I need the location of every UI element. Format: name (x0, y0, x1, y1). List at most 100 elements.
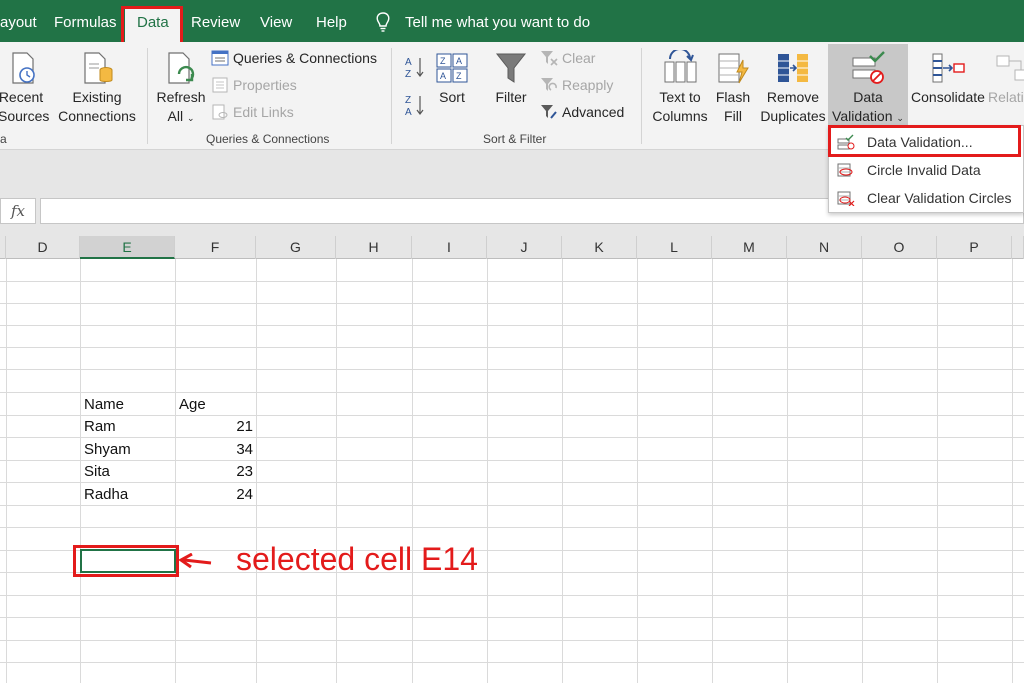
tab-formulas[interactable]: Formulas (54, 0, 117, 42)
relationships-icon (996, 55, 1024, 81)
recent-sources-icon (12, 52, 35, 84)
relationships-button[interactable]: Relati (988, 50, 1024, 107)
column-header-l[interactable]: L (637, 236, 712, 259)
reapply-icon (541, 78, 557, 91)
menu-item-circle-invalid-data[interactable]: Circle Invalid Data (829, 156, 1024, 184)
data-validation-item-highlight (828, 125, 1021, 157)
circle-invalid-data-label: Circle Invalid Data (867, 162, 981, 178)
relationships-label: Relati (988, 89, 1024, 105)
column-header-h[interactable]: H (336, 236, 412, 259)
existing-connections-label-1: Existing (72, 89, 122, 105)
tab-view[interactable]: View (260, 0, 292, 42)
chevron-down-icon: ⌄ (186, 113, 195, 123)
sort-descending-button[interactable]: Z A (404, 92, 426, 123)
column-header-q-partial[interactable] (1012, 236, 1024, 259)
fx-button[interactable]: fx (0, 198, 36, 224)
queries-connections-button[interactable]: Queries & Connections (211, 48, 377, 68)
queries-group-label: Queries & Connections (206, 132, 330, 146)
column-header-n[interactable]: N (787, 236, 862, 259)
tab-help[interactable]: Help (316, 0, 347, 42)
cell-name: Shyam (84, 441, 131, 458)
recent-sources-label-2: Sources (0, 108, 50, 124)
lightbulb-icon (376, 12, 390, 32)
text-to-columns-button[interactable]: Text to Columns (652, 50, 708, 126)
chevron-down-icon: ⌄ (896, 113, 904, 123)
data-validation-icon (852, 51, 885, 84)
refresh-all-label-2: All ⌄ (167, 108, 195, 124)
remove-duplicates-button[interactable]: Remove Duplicates (758, 50, 828, 126)
clear-label: Clear (562, 50, 596, 66)
clear-validation-circles-label: Clear Validation Circles (867, 190, 1012, 206)
sort-z-to-a-icon: Z A (405, 95, 424, 118)
queries-connections-icon (211, 50, 229, 66)
column-header-p[interactable]: P (937, 236, 1012, 259)
filter-funnel-icon (495, 53, 527, 83)
advanced-filter-button[interactable]: Advanced (540, 102, 624, 122)
annotation-label: selected cell E14 (236, 541, 478, 577)
data-validation-label-1: Data (853, 89, 883, 105)
svg-text:A: A (456, 56, 462, 66)
menu-item-clear-validation-circles[interactable]: Clear Validation Circles (829, 184, 1024, 212)
data-validation-button[interactable]: Data Validation ⌄ (828, 44, 908, 125)
cell-age: 34 (236, 441, 253, 458)
properties-button[interactable]: Properties (211, 75, 297, 95)
remove-duplicates-icon (778, 54, 808, 82)
refresh-all-label-1: Refresh (156, 89, 206, 105)
column-header-d[interactable]: D (6, 236, 80, 259)
properties-icon (212, 77, 228, 93)
cell-age: 24 (236, 486, 253, 503)
annotation-arrow-icon (178, 553, 212, 569)
column-header-m[interactable]: M (712, 236, 787, 259)
column-header-g[interactable]: G (256, 236, 336, 259)
column-header-f[interactable]: F (175, 236, 256, 259)
filter-button[interactable]: Filter (490, 50, 532, 107)
tab-review[interactable]: Review (191, 0, 240, 42)
recent-sources-button[interactable]: Recent Sources (0, 50, 50, 126)
column-header-i[interactable]: I (412, 236, 487, 259)
header-age: Age (179, 396, 206, 413)
column-header-k[interactable]: K (562, 236, 637, 259)
worksheet-grid[interactable]: Name Age Ram 21 Shyam 34 Sita 23 Radha 2… (0, 259, 1024, 683)
remove-duplicates-label-1: Remove (766, 89, 820, 105)
reapply-button[interactable]: Reapply (540, 75, 613, 95)
flash-fill-button[interactable]: Flash Fill (712, 50, 754, 126)
existing-connections-button[interactable]: Existing Connections (56, 50, 138, 126)
cell-name: Radha (84, 486, 129, 503)
svg-text:Z: Z (440, 56, 446, 66)
column-header-o[interactable]: O (862, 236, 937, 259)
edit-links-icon (212, 104, 228, 120)
sort-label: Sort (439, 89, 465, 105)
svg-text:A: A (405, 57, 412, 68)
gridlines (0, 259, 1024, 683)
sort-ascending-button[interactable]: A Z (404, 54, 426, 85)
cell-age: 21 (236, 418, 253, 435)
clear-filter-icon (541, 51, 558, 66)
sort-filter-group-label: Sort & Filter (483, 132, 547, 146)
consolidate-button[interactable]: Consolidate (910, 50, 986, 107)
get-data-group-label: a (0, 132, 7, 146)
column-header-j[interactable]: J (487, 236, 562, 259)
clear-filter-button[interactable]: Clear (540, 48, 595, 68)
tell-me-search[interactable]: Tell me what you want to do (405, 0, 590, 42)
cell-name: Ram (84, 418, 116, 435)
sort-dialog-icon: Z A A Z (436, 53, 468, 83)
svg-text:A: A (405, 107, 412, 118)
remove-duplicates-label-2: Duplicates (760, 108, 826, 124)
recent-sources-label-1: Recent (0, 89, 44, 105)
tab-page-layout[interactable]: ayout (0, 0, 37, 42)
text-to-columns-label-1: Text to (659, 89, 701, 105)
edit-links-button[interactable]: Edit Links (211, 102, 294, 122)
advanced-filter-icon (541, 105, 557, 119)
svg-text:Z: Z (405, 69, 411, 80)
column-header-e[interactable]: E (80, 236, 175, 259)
ribbon-separator (391, 48, 392, 144)
sort-a-to-z-icon: A Z (405, 57, 424, 80)
cell-name: Sita (84, 463, 110, 480)
text-to-columns-icon (664, 50, 697, 83)
refresh-all-button[interactable]: Refresh All ⌄ (154, 50, 208, 128)
advanced-label: Advanced (562, 104, 625, 120)
svg-text:Z: Z (405, 95, 411, 106)
flash-fill-label-1: Flash (715, 89, 751, 105)
sort-button[interactable]: Z A A Z Sort (433, 50, 471, 107)
refresh-all-icon (168, 52, 195, 84)
